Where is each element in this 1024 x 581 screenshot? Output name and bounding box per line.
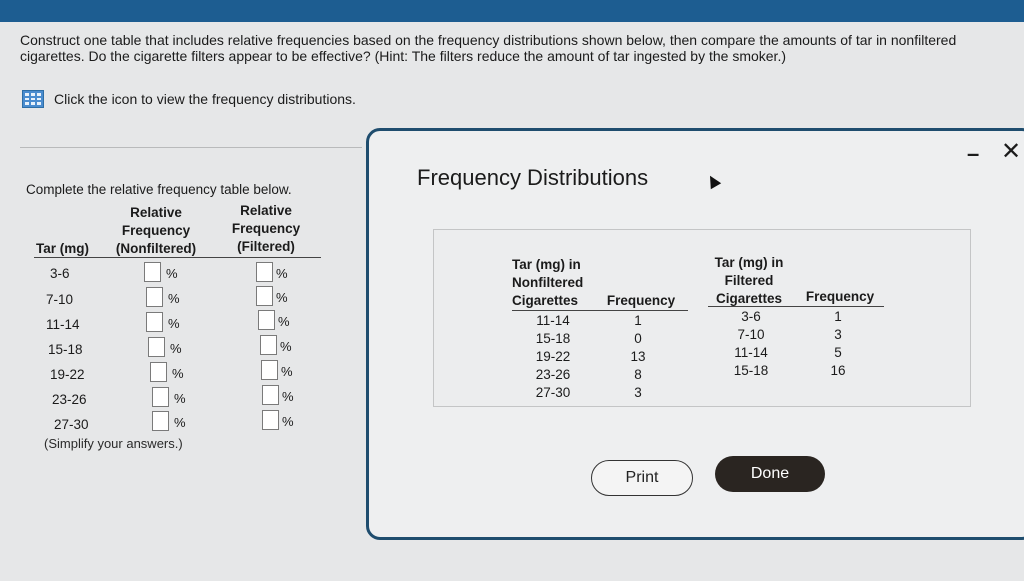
filtered-frequency-header: Frequency xyxy=(805,289,875,304)
percent-sign: % xyxy=(282,414,294,429)
header-tar: Tar (mg) xyxy=(36,241,89,256)
percent-sign: % xyxy=(276,290,288,305)
row-label: 3-6 xyxy=(50,266,70,281)
nonfiltered-header: Tar (mg) in Nonfiltered Cigarettes xyxy=(512,256,596,310)
nonfiltered-header-line2: Nonfiltered xyxy=(512,275,584,290)
row-label: 7-10 xyxy=(46,292,74,307)
nonfiltered-frequency-header: Frequency xyxy=(606,293,676,308)
filtered-frequency-cell: 1 xyxy=(834,309,842,324)
percent-sign: % xyxy=(168,291,180,306)
print-button[interactable]: Print xyxy=(591,460,693,496)
nonfiltered-frequency-cell: 8 xyxy=(634,367,642,382)
filtered-underline xyxy=(708,306,884,307)
simplify-note: (Simplify your answers.) xyxy=(44,436,183,451)
table-instruction: Complete the relative frequency table be… xyxy=(26,182,292,197)
filtered-tar-cell: 15-18 xyxy=(733,363,769,378)
filtered-frequency-cell: 3 xyxy=(834,327,842,342)
filtered-frequency-cell: 16 xyxy=(830,363,846,378)
table-icon[interactable] xyxy=(22,90,44,108)
browser-top-bar xyxy=(0,0,1024,22)
mouse-cursor-icon xyxy=(704,172,722,190)
percent-sign: % xyxy=(170,341,182,356)
nonfiltered-input-7-10[interactable] xyxy=(146,287,163,307)
icon-link-text: Click the icon to view the frequency dis… xyxy=(54,91,356,107)
row-label: 19-22 xyxy=(50,367,85,382)
header-nonfiltered: Relative Frequency (Nonfiltered) xyxy=(112,204,200,258)
header-filtered-line3: (Filtered) xyxy=(237,239,295,254)
frequency-distributions-dialog: Frequency Distributions – ✕ Tar (mg) in … xyxy=(366,128,1024,540)
nonfiltered-header-line3: Cigarettes xyxy=(512,293,579,308)
dialog-title: Frequency Distributions xyxy=(417,165,649,190)
percent-sign: % xyxy=(282,389,294,404)
nonfiltered-input-23-26[interactable] xyxy=(152,387,169,407)
nonfiltered-input-19-22[interactable] xyxy=(150,362,167,382)
nonfiltered-tar-cell: 23-26 xyxy=(535,367,571,382)
row-label: 27-30 xyxy=(54,417,89,432)
row-label: 11-14 xyxy=(46,317,80,332)
filtered-input-11-14[interactable] xyxy=(258,310,275,330)
close-button[interactable]: ✕ xyxy=(1001,137,1021,166)
nonfiltered-input-15-18[interactable] xyxy=(148,337,165,357)
nonfiltered-tar-cell: 19-22 xyxy=(535,349,571,364)
percent-sign: % xyxy=(280,339,292,354)
percent-sign: % xyxy=(168,316,180,331)
filtered-tar-cell: 3-6 xyxy=(741,309,761,324)
percent-sign: % xyxy=(166,266,178,281)
nonfiltered-frequency-cell: 1 xyxy=(634,313,642,328)
nonfiltered-frequency-cell: 0 xyxy=(634,331,642,346)
row-label: 15-18 xyxy=(48,342,83,357)
filtered-input-23-26[interactable] xyxy=(262,385,279,405)
nonfiltered-tar-cell: 11-14 xyxy=(536,313,570,328)
row-label: 23-26 xyxy=(52,392,87,407)
header-nonfiltered-line3: (Nonfiltered) xyxy=(115,241,197,256)
filtered-tar-cell: 7-10 xyxy=(737,327,765,342)
percent-sign: % xyxy=(174,415,186,430)
header-filtered-line1: Relative xyxy=(240,203,292,218)
percent-sign: % xyxy=(172,366,184,381)
icon-link-row[interactable]: Click the icon to view the frequency dis… xyxy=(22,90,356,108)
nonfiltered-underline xyxy=(512,310,688,311)
frequency-table: Tar (mg) in Nonfiltered Cigarettes Frequ… xyxy=(433,229,971,407)
nonfiltered-input-11-14[interactable] xyxy=(146,312,163,332)
question-text: Construct one table that includes relati… xyxy=(20,32,957,64)
percent-sign: % xyxy=(281,364,293,379)
divider xyxy=(20,147,362,148)
nonfiltered-header-line1: Tar (mg) in xyxy=(512,257,581,272)
percent-sign: % xyxy=(276,266,288,281)
filtered-input-3-6[interactable] xyxy=(256,262,273,282)
header-underline xyxy=(34,257,321,258)
done-button[interactable]: Done xyxy=(715,456,825,492)
filtered-tar-cell: 11-14 xyxy=(734,345,768,360)
nonfiltered-frequency-cell: 3 xyxy=(634,385,642,400)
header-nonfiltered-line2: Frequency xyxy=(121,223,191,238)
filtered-input-7-10[interactable] xyxy=(256,286,273,306)
header-filtered-line2: Frequency xyxy=(231,221,301,236)
nonfiltered-tar-cell: 15-18 xyxy=(535,331,571,346)
nonfiltered-frequency-cell: 13 xyxy=(630,349,646,364)
filtered-input-27-30[interactable] xyxy=(262,410,279,430)
percent-sign: % xyxy=(174,391,186,406)
filtered-header-line1: Tar (mg) in xyxy=(714,255,784,270)
filtered-input-15-18[interactable] xyxy=(260,335,277,355)
filtered-header-line2: Filtered xyxy=(724,273,774,288)
percent-sign: % xyxy=(278,314,290,329)
nonfiltered-input-27-30[interactable] xyxy=(152,411,169,431)
header-filtered: Relative Frequency (Filtered) xyxy=(224,202,308,256)
nonfiltered-tar-cell: 27-30 xyxy=(535,385,571,400)
nonfiltered-input-3-6[interactable] xyxy=(144,262,161,282)
header-nonfiltered-line1: Relative xyxy=(130,205,182,220)
filtered-header: Tar (mg) in Filtered Cigarettes xyxy=(704,254,794,308)
filtered-frequency-cell: 5 xyxy=(834,345,842,360)
filtered-input-19-22[interactable] xyxy=(261,360,278,380)
minimize-button[interactable]: – xyxy=(967,141,979,167)
